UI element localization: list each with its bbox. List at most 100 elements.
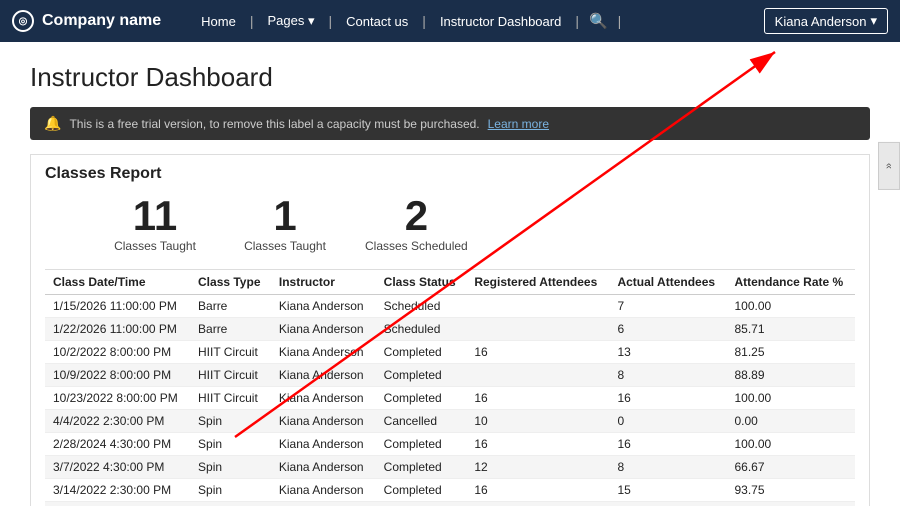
user-chevron-icon: ▾ [870, 13, 877, 29]
table-cell: 16 [466, 341, 609, 364]
user-name: Kiana Anderson [775, 14, 867, 29]
table-cell [466, 318, 609, 341]
table-cell: Kiana Anderson [271, 433, 376, 456]
table-cell: 0 [609, 410, 726, 433]
page-title: Instructor Dashboard [30, 62, 870, 93]
col-actual: Actual Attendees [609, 270, 726, 295]
table-cell: HIIT Circuit [190, 364, 271, 387]
table-cell: 8 [609, 456, 726, 479]
table-row: 3/14/2022 2:30:00 PMSpinKiana AndersonCo… [45, 479, 855, 502]
nav-links: Home | Pages ▾ | Contact us | Instructor… [187, 12, 758, 30]
nav-instructor-dashboard[interactable]: Instructor Dashboard [426, 14, 575, 29]
col-instructor: Instructor [271, 270, 376, 295]
stat-number-1: 1 [235, 195, 335, 237]
table-cell: 15 [609, 502, 726, 506]
table-cell: 100.00 [726, 387, 855, 410]
table-row: 10/2/2022 8:00:00 PMHIIT CircuitKiana An… [45, 341, 855, 364]
table-row: 2/28/2024 4:30:00 PMSpinKiana AndersonCo… [45, 433, 855, 456]
table-cell: 16 [466, 479, 609, 502]
stat-number-2: 2 [365, 195, 468, 237]
filters-sidebar[interactable]: » Filters [878, 142, 900, 190]
table-cell [466, 295, 609, 318]
table-cell: Kiana Anderson [271, 410, 376, 433]
table-cell: 93.75 [726, 502, 855, 506]
table-cell: Completed [376, 502, 467, 506]
table-cell: 0.00 [726, 410, 855, 433]
table-cell: 7 [609, 295, 726, 318]
table-header-row: Class Date/Time Class Type Instructor Cl… [45, 270, 855, 295]
table-cell: 16 [609, 433, 726, 456]
nav-home[interactable]: Home [187, 14, 250, 29]
table-cell: 4/4/2022 2:30:00 PM [45, 410, 190, 433]
nav-contact[interactable]: Contact us [332, 14, 422, 29]
col-registered: Registered Attendees [466, 270, 609, 295]
table-cell: Spin [190, 456, 271, 479]
table-row: 1/15/2026 11:00:00 PMBarreKiana Anderson… [45, 295, 855, 318]
table-row: 4/4/2022 2:30:00 PMSpinKiana AndersonCan… [45, 410, 855, 433]
stat-label-scheduled: Classes Scheduled [365, 239, 468, 253]
col-rate: Attendance Rate % [726, 270, 855, 295]
table-cell: Completed [376, 456, 467, 479]
stat-classes-taught-1: 1 Classes Taught [235, 195, 335, 253]
table-cell: Completed [376, 433, 467, 456]
stat-classes-scheduled: 2 Classes Scheduled [365, 195, 468, 253]
table-row: 10/9/2022 8:00:00 PMHIIT CircuitKiana An… [45, 364, 855, 387]
table-cell: Kiana Anderson [271, 479, 376, 502]
table-cell: 3/14/2022 2:30:00 PM [45, 479, 190, 502]
table-cell: Spin [190, 433, 271, 456]
user-menu-button[interactable]: Kiana Anderson ▾ [764, 8, 888, 34]
table-cell: Completed [376, 364, 467, 387]
table-cell: Scheduled [376, 318, 467, 341]
table-wrapper: Class Date/Time Class Type Instructor Cl… [45, 269, 855, 506]
table-cell: 16 [609, 387, 726, 410]
company-name: Company name [42, 12, 161, 30]
table-cell: 15 [609, 479, 726, 502]
trial-banner: 🔔 This is a free trial version, to remov… [30, 107, 870, 140]
stat-classes-taught-11: 11 Classes Taught [105, 195, 205, 253]
table-cell: Spin [190, 502, 271, 506]
nav-pages[interactable]: Pages ▾ [253, 13, 328, 29]
table-cell: Barre [190, 295, 271, 318]
col-status: Class Status [376, 270, 467, 295]
bell-icon: 🔔 [44, 115, 61, 132]
table-cell: 100.00 [726, 295, 855, 318]
table-cell: 81.25 [726, 341, 855, 364]
table-body: 1/15/2026 11:00:00 PMBarreKiana Anderson… [45, 295, 855, 506]
trial-banner-text: This is a free trial version, to remove … [69, 117, 479, 131]
table-cell: Spin [190, 410, 271, 433]
table-cell: 10 [466, 410, 609, 433]
report-title: Classes Report [45, 165, 855, 183]
table-cell: 1/15/2026 11:00:00 PM [45, 295, 190, 318]
main-content: Instructor Dashboard 🔔 This is a free tr… [0, 42, 900, 506]
table-cell: 16 [466, 387, 609, 410]
table-cell: HIIT Circuit [190, 387, 271, 410]
table-cell: 85.71 [726, 318, 855, 341]
logo-icon: ◎ [12, 10, 34, 32]
navbar: ◎ Company name Home | Pages ▾ | Contact … [0, 0, 900, 42]
table-row: 10/23/2022 8:00:00 PMHIIT CircuitKiana A… [45, 387, 855, 410]
table-cell: Kiana Anderson [271, 341, 376, 364]
table-cell: 3/7/2022 4:30:00 PM [45, 456, 190, 479]
table-cell: Kiana Anderson [271, 387, 376, 410]
table-row: 1/22/2026 11:00:00 PMBarreKiana Anderson… [45, 318, 855, 341]
pages-chevron-icon: ▾ [308, 13, 315, 28]
table-cell: Kiana Anderson [271, 456, 376, 479]
table-row: 3/7/2022 4:30:00 PMSpinKiana AndersonCom… [45, 456, 855, 479]
company-logo: ◎ Company name [12, 10, 161, 32]
table-cell: Cancelled [376, 410, 467, 433]
table-cell: 6 [609, 318, 726, 341]
table-cell: 12 [466, 456, 609, 479]
table-cell: Scheduled [376, 295, 467, 318]
nav-sep-5: | [618, 13, 622, 29]
table-cell: Barre [190, 318, 271, 341]
table-cell: 16 [466, 502, 609, 506]
report-section: Classes Report 11 Classes Taught 1 Class… [30, 154, 870, 506]
table-cell: 10/2/2022 8:00:00 PM [45, 341, 190, 364]
table-cell: 93.75 [726, 479, 855, 502]
stats-row: 11 Classes Taught 1 Classes Taught 2 Cla… [45, 195, 855, 253]
table-cell: 8 [609, 364, 726, 387]
search-icon[interactable]: 🔍 [579, 12, 618, 30]
learn-more-link[interactable]: Learn more [488, 117, 549, 131]
table-cell: Kiana Anderson [271, 364, 376, 387]
table-cell: Kiana Anderson [271, 295, 376, 318]
